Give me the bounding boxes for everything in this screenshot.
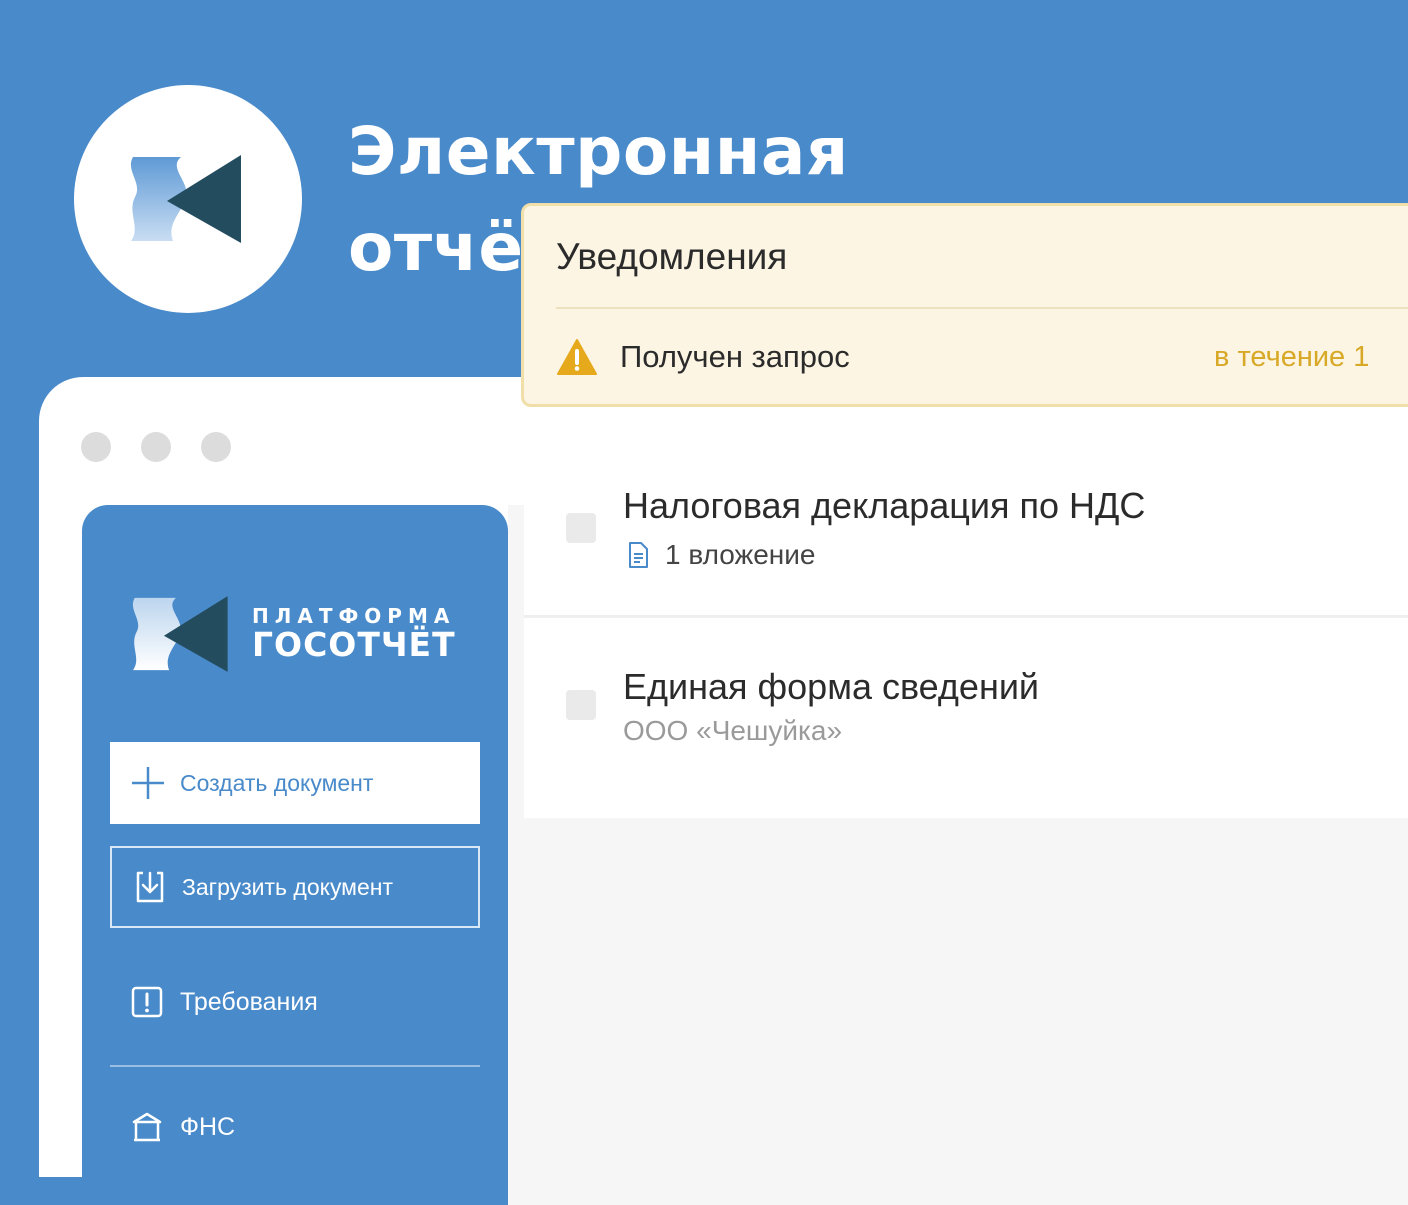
sidebar-item-label: ФНС — [180, 1112, 236, 1141]
document-row[interactable]: Налоговая декларация по НДС 1 вложение — [524, 443, 1408, 618]
window-dot-3 — [201, 432, 231, 462]
document-subtitle: ООО «Чешуйка» — [623, 715, 843, 746]
gosotchet-logo-icon — [130, 155, 241, 243]
document-attachments: 1 вложение — [623, 539, 815, 571]
sidebar-divider — [110, 1065, 480, 1067]
document-icon — [629, 542, 648, 568]
alert-square-icon — [131, 986, 163, 1018]
window-dot-2 — [141, 432, 171, 462]
sidebar-item-requirements[interactable]: Требования — [130, 985, 318, 1019]
brand-line2: ГОСОТЧЁТ — [252, 625, 456, 664]
document-organization: ООО «Чешуйка» — [623, 715, 842, 747]
hero-logo — [74, 85, 302, 313]
notifications-divider — [556, 307, 1408, 309]
notifications-card: Уведомления Получен запрос в течение 1 — [521, 203, 1408, 407]
document-checkbox[interactable] — [566, 690, 596, 720]
notification-item[interactable]: Получен запрос в течение 1 — [556, 338, 1408, 376]
upload-icon — [136, 871, 164, 903]
create-document-label: Создать документ — [180, 769, 374, 796]
hero-title-line1: Электронная — [348, 113, 849, 190]
notification-deadline: в течение 1 — [1214, 341, 1370, 373]
document-title: Налоговая декларация по НДС — [623, 485, 1146, 526]
brand[interactable]: ПЛАТФОРМА ГОСОТЧЁТ — [126, 591, 456, 677]
building-icon — [132, 1112, 162, 1142]
upload-document-label: Загрузить документ — [182, 873, 394, 900]
document-checkbox[interactable] — [566, 513, 596, 543]
notification-text: Получен запрос — [620, 339, 850, 374]
brand-line1: ПЛАТФОРМА — [252, 604, 456, 628]
document-row[interactable]: Единая форма сведений ООО «Чешуйка» — [524, 618, 1408, 818]
notifications-title: Уведомления — [556, 236, 788, 277]
sidebar: ПЛАТФОРМА ГОСОТЧЁТ Создать документ Загр… — [82, 505, 508, 1205]
sidebar-item-label: Требования — [180, 987, 318, 1016]
upload-document-button[interactable]: Загрузить документ — [110, 846, 480, 928]
window-dot-1 — [81, 432, 111, 462]
gosotchet-logo-icon — [132, 596, 228, 672]
brand-text: ПЛАТФОРМА ГОСОТЧЁТ — [252, 605, 456, 663]
document-subtitle: 1 вложение — [665, 539, 816, 570]
document-title: Единая форма сведений — [623, 666, 1040, 707]
plus-icon — [132, 767, 164, 799]
create-document-button[interactable]: Создать документ — [110, 742, 480, 824]
warning-icon — [557, 339, 597, 375]
sidebar-item-fns[interactable]: ФНС — [130, 1110, 235, 1144]
